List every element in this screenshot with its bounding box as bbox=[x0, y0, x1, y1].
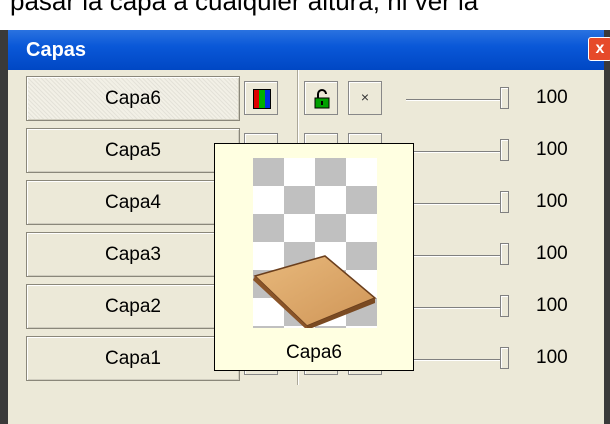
window-border-left bbox=[0, 30, 8, 424]
layer-thumbnail bbox=[253, 158, 377, 328]
window-title: Capas bbox=[26, 39, 87, 61]
opacity-slider-track[interactable] bbox=[406, 359, 506, 361]
close-button[interactable]: x bbox=[588, 37, 610, 61]
layer-preview-tooltip: Capa6 bbox=[214, 143, 414, 371]
layer-button-capa3[interactable]: Capa3 bbox=[26, 232, 240, 277]
delete-layer-button[interactable]: × bbox=[348, 81, 382, 115]
opacity-slider-thumb[interactable] bbox=[500, 243, 509, 265]
layer-button-capa4[interactable]: Capa4 bbox=[26, 180, 240, 225]
layer-button-capa5[interactable]: Capa5 bbox=[26, 128, 240, 173]
lock-button[interactable] bbox=[304, 81, 338, 115]
layer-button-capa2[interactable]: Capa2 bbox=[26, 284, 240, 329]
color-channels-button[interactable] bbox=[244, 81, 278, 115]
opacity-value: 100 bbox=[536, 243, 568, 264]
rgb-bars-icon bbox=[253, 89, 271, 109]
opacity-slider-thumb[interactable] bbox=[500, 139, 509, 161]
opacity-slider-track[interactable] bbox=[406, 151, 506, 153]
opacity-value: 100 bbox=[536, 191, 568, 212]
layer-row: Capa6 × 100 bbox=[8, 73, 604, 125]
layer-button-capa1[interactable]: Capa1 bbox=[26, 336, 240, 381]
opacity-slider-thumb[interactable] bbox=[500, 191, 509, 213]
window-border-right bbox=[604, 30, 610, 424]
wood-board-thumbnail bbox=[253, 158, 377, 328]
layer-button-capa6[interactable]: Capa6 bbox=[26, 76, 240, 121]
opacity-value: 100 bbox=[536, 139, 568, 160]
opacity-slider-track[interactable] bbox=[406, 255, 506, 257]
opacity-value: 100 bbox=[536, 87, 568, 108]
opacity-slider-track[interactable] bbox=[406, 307, 506, 309]
window-titlebar[interactable]: Capas x bbox=[8, 30, 610, 70]
background-text-fragment: pasar la capa a cualquier altura, ni ver… bbox=[0, 0, 610, 30]
opacity-slider-track[interactable] bbox=[406, 203, 506, 205]
opacity-slider-thumb[interactable] bbox=[500, 295, 509, 317]
panel-footer bbox=[8, 385, 604, 424]
opacity-slider-track[interactable] bbox=[406, 99, 506, 101]
tooltip-label: Capa6 bbox=[286, 342, 342, 363]
opacity-value: 100 bbox=[536, 347, 568, 368]
background-text: pasar la capa a cualquier altura, ni ver… bbox=[10, 0, 479, 16]
lock-open-icon bbox=[314, 89, 330, 109]
opacity-slider-thumb[interactable] bbox=[500, 347, 509, 369]
opacity-value: 100 bbox=[536, 295, 568, 316]
opacity-slider-thumb[interactable] bbox=[500, 87, 509, 109]
